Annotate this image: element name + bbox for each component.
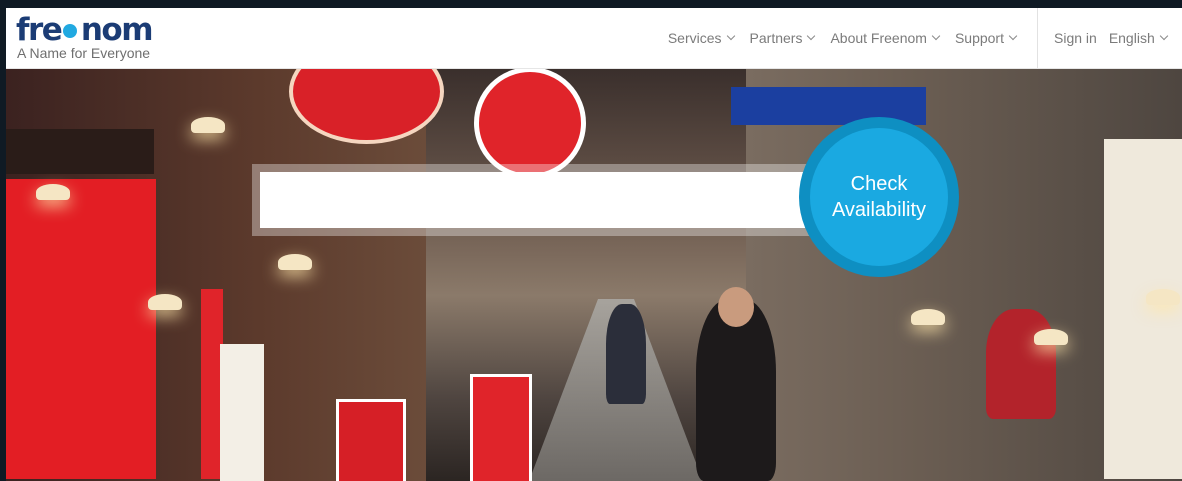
nav-services[interactable]: Services bbox=[660, 30, 742, 46]
language-label: English bbox=[1108, 30, 1155, 46]
nav-partners[interactable]: Partners bbox=[742, 30, 823, 46]
menu-board bbox=[1104, 139, 1182, 479]
red-shop-sign bbox=[336, 399, 406, 481]
logo-wordmark: freenom bbox=[16, 12, 154, 48]
chevron-down-icon bbox=[726, 31, 735, 41]
hero-banner: Check Availability bbox=[6, 69, 1182, 481]
nav-about-label: About Freenom bbox=[830, 30, 927, 46]
shopper bbox=[606, 304, 646, 404]
hanging-lamp bbox=[36, 184, 70, 200]
account-nav: Sign in English bbox=[1048, 8, 1173, 68]
language-selector[interactable]: English bbox=[1103, 30, 1173, 46]
browser-frame: freenom A Name for Everyone Services Par… bbox=[6, 8, 1182, 481]
hanging-lamp bbox=[191, 117, 225, 133]
main-nav: Services Partners About Freenom Support bbox=[660, 8, 1024, 68]
chevron-down-icon bbox=[1008, 31, 1018, 41]
hanging-lamp bbox=[911, 309, 945, 325]
sign-in-link[interactable]: Sign in bbox=[1048, 30, 1103, 46]
chevron-down-icon bbox=[1159, 31, 1168, 41]
logo-tagline: A Name for Everyone bbox=[17, 45, 151, 61]
cta-line-1: Check bbox=[850, 173, 908, 195]
chevron-down-icon bbox=[807, 31, 816, 41]
nav-support[interactable]: Support bbox=[947, 30, 1024, 46]
hanging-lamp bbox=[148, 294, 182, 310]
check-availability-button[interactable]: Check Availability bbox=[799, 117, 959, 277]
red-shop-sign bbox=[470, 374, 532, 481]
nav-support-label: Support bbox=[954, 30, 1004, 46]
nav-services-label: Services bbox=[667, 30, 722, 46]
nav-divider bbox=[1037, 8, 1038, 68]
vendor bbox=[986, 309, 1056, 419]
hanging-lamp bbox=[278, 254, 312, 270]
red-shop-sign bbox=[6, 179, 156, 479]
nav-about[interactable]: About Freenom bbox=[822, 30, 947, 46]
shopper-head bbox=[718, 287, 754, 327]
cta-line-2: Availability bbox=[831, 199, 927, 221]
check-availability-label: Check Availability bbox=[810, 128, 948, 266]
nav-partners-label: Partners bbox=[749, 30, 803, 46]
domain-search-input[interactable] bbox=[260, 172, 860, 228]
white-vertical-sign bbox=[220, 344, 264, 481]
hanging-lamp bbox=[1034, 329, 1068, 345]
freenom-logo[interactable]: freenom A Name for Everyone bbox=[16, 12, 154, 61]
restaurant-sign bbox=[6, 129, 154, 174]
site-header: freenom A Name for Everyone Services Par… bbox=[6, 8, 1182, 69]
hanging-lamp bbox=[1146, 289, 1180, 305]
round-shop-sign bbox=[474, 69, 586, 179]
chevron-down-icon bbox=[931, 31, 941, 41]
